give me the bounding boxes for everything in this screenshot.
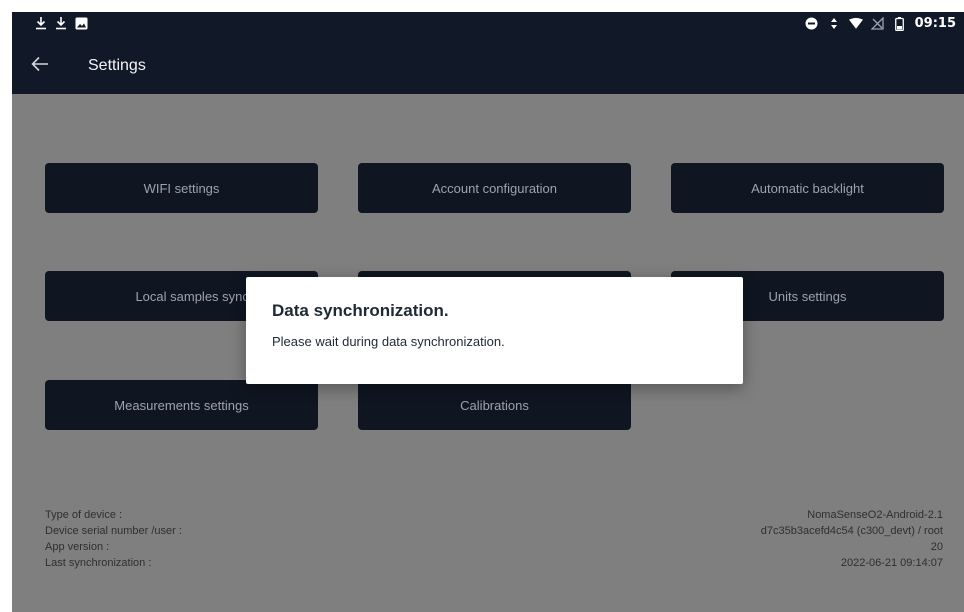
- status-right-icons: 09:15: [805, 16, 956, 31]
- info-row-app-version: App version : 20: [45, 539, 943, 555]
- info-label: App version :: [45, 541, 110, 553]
- data-arrows-icon: [827, 17, 841, 31]
- status-bar: 09:15: [12, 12, 964, 36]
- info-row-last-sync: Last synchronization : 2022-06-21 09:14:…: [45, 555, 943, 571]
- automatic-backlight-button[interactable]: Automatic backlight: [671, 163, 944, 213]
- no-signal-icon: [871, 17, 885, 31]
- app-bar: Settings: [12, 36, 964, 94]
- calibrations-button[interactable]: Calibrations: [358, 380, 631, 430]
- info-row-serial: Device serial number /user : d7c35b3acef…: [45, 523, 943, 539]
- info-value: NomaSenseO2-Android-2.1: [807, 509, 943, 521]
- image-icon: [74, 16, 88, 30]
- status-left-icons: [34, 16, 88, 30]
- dialog-title: Data synchronization.: [272, 301, 449, 320]
- info-label: Type of device :: [45, 509, 123, 521]
- info-label: Device serial number /user :: [45, 525, 182, 537]
- page-title: Settings: [88, 57, 146, 74]
- dialog-message: Please wait during data synchronization.: [272, 334, 505, 349]
- status-time: 09:15: [914, 16, 956, 31]
- info-row-device-type: Type of device : NomaSenseO2-Android-2.1: [45, 507, 943, 523]
- arrow-left-icon[interactable]: [30, 54, 50, 74]
- info-value: 20: [930, 541, 943, 553]
- download-icon: [34, 16, 48, 30]
- sync-dialog: Data synchronization. Please wait during…: [246, 277, 743, 384]
- settings-screen: 09:15 Settings WIFI settings Account con…: [12, 12, 964, 612]
- battery-icon: [893, 16, 907, 31]
- wifi-settings-button[interactable]: WIFI settings: [45, 163, 318, 213]
- do-not-disturb-icon: [805, 17, 819, 31]
- info-label: Last synchronization :: [45, 557, 152, 569]
- info-value: 2022-06-21 09:14:07: [840, 557, 943, 569]
- info-value: d7c35b3acefd4c54 (c300_devt) / root: [760, 525, 943, 537]
- device-info: Type of device : NomaSenseO2-Android-2.1…: [45, 507, 943, 571]
- download-icon: [54, 16, 68, 30]
- measurements-settings-button[interactable]: Measurements settings: [45, 380, 318, 430]
- account-configuration-button[interactable]: Account configuration: [358, 163, 631, 213]
- wifi-icon: [848, 17, 863, 31]
